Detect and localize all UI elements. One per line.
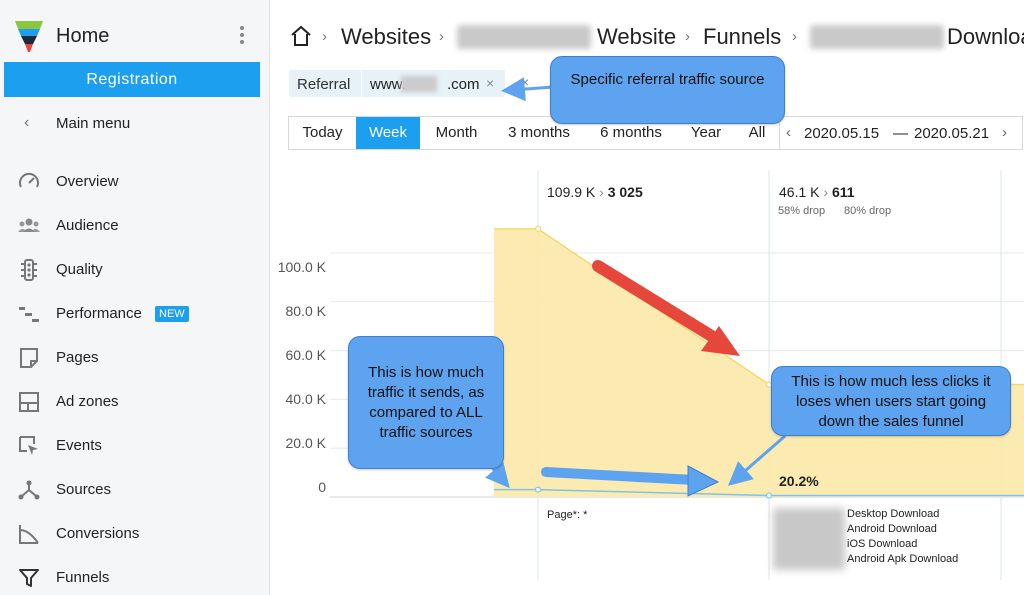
callout-clicks: This is how much less clicks it loses wh… (771, 366, 1011, 436)
arrow-clicks (727, 434, 786, 486)
callout-traffic: This is how much traffic it sends, as co… (348, 336, 504, 469)
arrow-blue-big (541, 467, 699, 485)
arrow-referral (501, 77, 554, 102)
annotation-arrows (485, 77, 786, 497)
arrow-blue-big-head (687, 465, 720, 497)
callout-referral: Specific referral traffic source (550, 56, 785, 124)
arrow-red (592, 260, 724, 346)
